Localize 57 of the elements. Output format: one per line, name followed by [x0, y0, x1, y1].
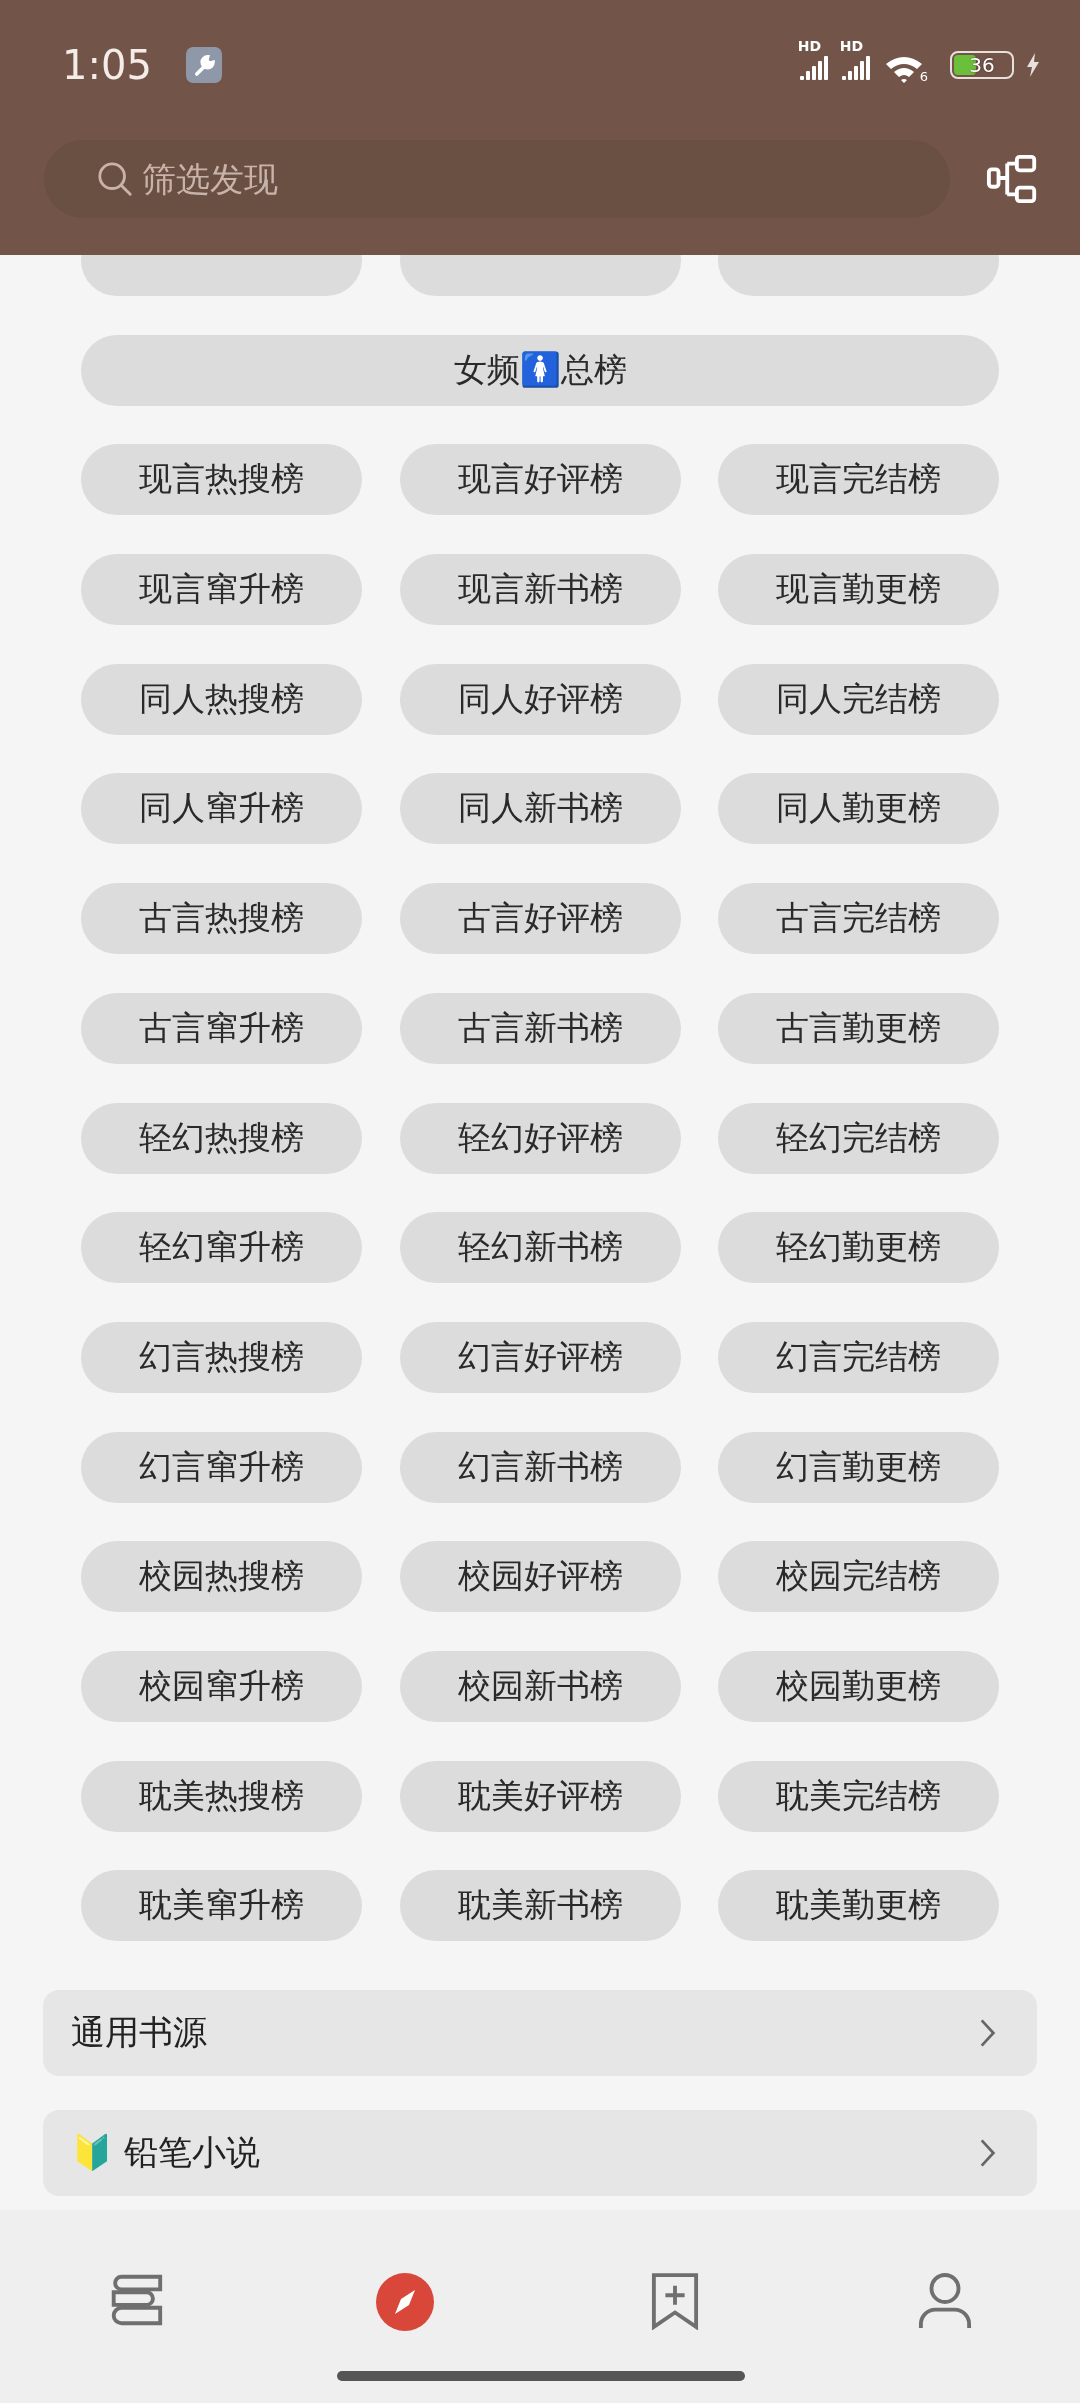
bookmark-add-icon	[651, 2272, 699, 2330]
hd-label: HD	[797, 38, 822, 54]
ranking-chip[interactable]: 现言窜升榜	[81, 554, 362, 626]
ranking-chip[interactable]: 轻幻好评榜	[399, 1102, 681, 1174]
ranking-chip[interactable]: 同人勤更榜	[718, 773, 999, 845]
ranking-chip[interactable]: 古言好评榜	[399, 883, 681, 955]
ranking-chip[interactable]: 校园热搜榜	[81, 1541, 362, 1613]
search-icon	[96, 160, 134, 198]
source-row[interactable]: 🔰 铅笔小说	[43, 2110, 1037, 2197]
ranking-chip[interactable]: 耽美新书榜	[399, 1870, 681, 1942]
ranking-chip[interactable]: 幻言勤更榜	[718, 1431, 999, 1503]
ranking-chip[interactable]: 现言新书榜	[399, 554, 681, 626]
ranking-chip[interactable]: 轻幻窜升榜	[81, 1212, 362, 1284]
ranking-chip[interactable]: 耽美完结榜	[718, 1760, 999, 1832]
ranking-chip[interactable]: 同人好评榜	[399, 663, 681, 735]
ranking-chip[interactable]: 现言热搜榜	[81, 444, 362, 516]
ranking-chip[interactable]: 幻言窜升榜	[81, 1431, 362, 1503]
ranking-chip[interactable]: 耽美窜升榜	[81, 1870, 362, 1942]
ranking-chip[interactable]: 校园窜升榜	[81, 1650, 362, 1722]
ranking-chip[interactable]: 轻幻勤更榜	[718, 1212, 999, 1284]
ranking-chip[interactable]: 耽美热搜榜	[81, 1760, 362, 1832]
ranking-chip[interactable]: 校园完结榜	[718, 1541, 999, 1613]
ranking-chip[interactable]: 现言勤更榜	[718, 554, 999, 626]
ranking-chip[interactable]: 古言新书榜	[399, 992, 681, 1064]
ranking-chip[interactable]: 同人窜升榜	[81, 773, 362, 845]
ranking-chip[interactable]: 轻幻新书榜	[399, 1212, 681, 1284]
ranking-chip[interactable]: 轻幻热搜榜	[81, 1102, 362, 1174]
ranking-chip[interactable]: 校园好评榜	[399, 1541, 681, 1613]
status-time: 1:05	[62, 42, 152, 88]
ranking-chip[interactable]: 耽美好评榜	[399, 1760, 681, 1832]
ranking-chip[interactable]: 现言好评榜	[399, 444, 681, 516]
ranking-chip[interactable]: 同人新书榜	[399, 773, 681, 845]
source-title: 🔰 铅笔小说	[71, 2131, 260, 2175]
ranking-chip[interactable]: 同人热搜榜	[81, 663, 362, 735]
ranking-chip[interactable]: 轻幻完结榜	[718, 1102, 999, 1174]
person-icon	[918, 2272, 972, 2330]
ranking-chip[interactable]: 古言勤更榜	[718, 992, 999, 1064]
ranking-chip[interactable]: 古言完结榜	[718, 883, 999, 955]
ranking-chip[interactable]: 幻言热搜榜	[81, 1321, 362, 1393]
ranking-chip[interactable]: 幻言完结榜	[718, 1321, 999, 1393]
ranking-chip[interactable]: 耽美勤更榜	[718, 1870, 999, 1942]
ranking-chip[interactable]: 女频🚺总榜	[81, 334, 999, 406]
ranking-chip[interactable]: 古言窜升榜	[81, 992, 362, 1064]
ranking-chip[interactable]: 校园新书榜	[399, 1650, 681, 1722]
ranking-chip[interactable]: 校园勤更榜	[718, 1650, 999, 1722]
hd-label: HD	[839, 38, 864, 54]
ranking-chip[interactable]: 古言热搜榜	[81, 883, 362, 955]
wifi-label: 6	[919, 69, 928, 84]
ranking-chip[interactable]: 同人完结榜	[718, 663, 999, 735]
ranking-chip[interactable]: 幻言新书榜	[399, 1431, 681, 1503]
ranking-chip[interactable]: 幻言好评榜	[399, 1321, 681, 1393]
source-title: 通用书源	[71, 2011, 207, 2055]
source-row[interactable]: 通用书源	[43, 1990, 1037, 2077]
search-field[interactable]: 筛选发现	[44, 140, 950, 218]
ranking-chip[interactable]: 现言完结榜	[718, 444, 999, 516]
wrench-icon	[185, 47, 222, 83]
compass-icon	[375, 2272, 435, 2332]
